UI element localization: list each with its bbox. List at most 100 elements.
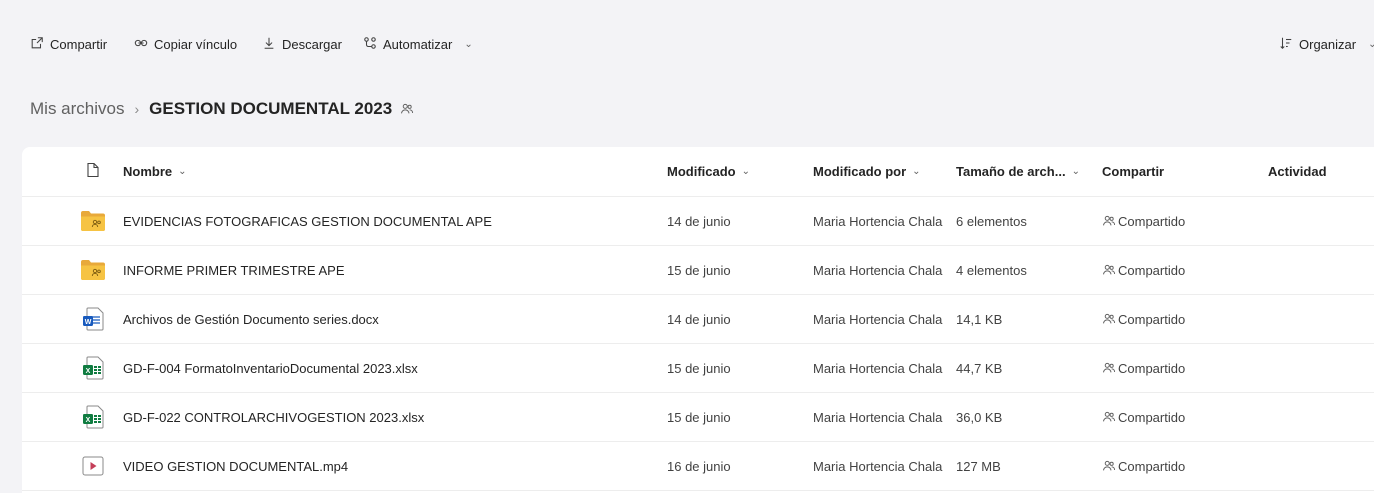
- modified-by-column-header[interactable]: Modificado por ⌄: [813, 147, 921, 196]
- svg-text:W: W: [85, 319, 92, 326]
- sort-label: Organizar: [1299, 36, 1357, 52]
- file-name[interactable]: Archivos de Gestión Documento series.doc…: [123, 295, 379, 343]
- sharing-label: Compartido: [1118, 311, 1186, 327]
- file-name[interactable]: GD-F-022 CONTROLARCHIVOGESTION 2023.xlsx: [123, 393, 424, 441]
- file-size: 44,7 KB: [956, 360, 1003, 376]
- file-name[interactable]: GD-F-004 FormatoInventarioDocumental 202…: [123, 344, 418, 392]
- sharing-header-label: Compartir: [1102, 164, 1165, 179]
- table-row[interactable]: EVIDENCIAS FOTOGRAFICAS GESTION DOCUMENT…: [22, 197, 1374, 246]
- name-header-label: Nombre: [123, 164, 173, 179]
- chevron-down-icon: ⌄: [464, 38, 473, 50]
- modified-column-header[interactable]: Modificado ⌄: [667, 147, 750, 196]
- table-row[interactable]: INFORME PRIMER TRIMESTRE APE 15 de junio…: [22, 246, 1374, 295]
- size-header-label: Tamaño de arch...: [956, 164, 1066, 179]
- chevron-down-icon: ⌄: [741, 166, 750, 177]
- copy-link-button[interactable]: Copiar vínculo: [134, 34, 237, 54]
- document-icon: [86, 162, 100, 181]
- modified-by: Maria Hortencia Chala: [813, 213, 943, 229]
- file-name-label[interactable]: EVIDENCIAS FOTOGRAFICAS GESTION DOCUMENT…: [123, 214, 492, 229]
- svg-text:X: X: [86, 368, 91, 375]
- file-name[interactable]: EVIDENCIAS FOTOGRAFICAS GESTION DOCUMENT…: [123, 197, 492, 245]
- file-size: 4 elementos: [956, 262, 1027, 278]
- breadcrumb-root[interactable]: Mis archivos: [30, 99, 124, 119]
- shared-people-icon: [1102, 410, 1116, 424]
- automate-label: Automatizar: [383, 36, 453, 52]
- sharing-status[interactable]: Compartido: [1102, 295, 1185, 343]
- file-name-label[interactable]: Archivos de Gestión Documento series.doc…: [123, 312, 379, 327]
- sharing-label: Compartido: [1118, 213, 1186, 229]
- breadcrumb-current: GESTION DOCUMENTAL 2023: [149, 99, 393, 118]
- command-bar: Compartir Copiar vínculo Descargar Autom…: [0, 0, 1374, 88]
- modified-date: 15 de junio: [667, 409, 731, 425]
- sharing-status[interactable]: Compartido: [1102, 393, 1185, 441]
- sort-button[interactable]: Organizar ⌄: [1279, 34, 1374, 54]
- modified-by: Maria Hortencia Chala: [813, 262, 943, 278]
- modified-by: Maria Hortencia Chala: [813, 458, 943, 474]
- modified-date: 15 de junio: [667, 262, 731, 278]
- sharing-column-header[interactable]: Compartir: [1102, 147, 1164, 196]
- chevron-down-icon: ⌄: [1071, 166, 1080, 177]
- download-button[interactable]: Descargar: [262, 34, 342, 54]
- chevron-down-icon: ⌄: [1368, 38, 1374, 50]
- name-column-header[interactable]: Nombre ⌄: [123, 147, 187, 196]
- file-list: Nombre ⌄ Modificado ⌄ Modificado por ⌄ Tama…: [22, 147, 1374, 493]
- sharing-label: Compartido: [1118, 409, 1186, 425]
- share-icon: [30, 36, 44, 53]
- file-name[interactable]: VIDEO GESTION DOCUMENTAL.mp4: [123, 442, 348, 490]
- modified-by: Maria Hortencia Chala: [813, 311, 943, 327]
- file-size: 36,0 KB: [956, 409, 1003, 425]
- file-size: 14,1 KB: [956, 311, 1003, 327]
- size-column-header[interactable]: Tamaño de arch... ⌄: [956, 147, 1080, 196]
- sharing-label: Compartido: [1118, 360, 1186, 376]
- shared-people-icon: [1102, 459, 1116, 473]
- sort-icon: [1279, 36, 1293, 53]
- sharing-status[interactable]: Compartido: [1102, 246, 1185, 294]
- file-name-label[interactable]: GD-F-022 CONTROLARCHIVOGESTION 2023.xlsx: [123, 410, 424, 425]
- file-size: 6 elementos: [956, 213, 1027, 229]
- copy-link-label: Copiar vínculo: [154, 36, 238, 52]
- table-row[interactable]: VIDEO GESTION DOCUMENTAL.mp4 16 de junio…: [22, 442, 1374, 491]
- share-label: Compartir: [50, 36, 108, 52]
- shared-people-icon: [1102, 263, 1116, 277]
- modified-date: 16 de junio: [667, 458, 731, 474]
- chevron-down-icon: ⌄: [178, 166, 187, 177]
- modified-date: 15 de junio: [667, 360, 731, 376]
- chevron-down-icon: ⌄: [912, 166, 921, 177]
- modified-by: Maria Hortencia Chala: [813, 360, 943, 376]
- download-label: Descargar: [282, 36, 342, 52]
- activity-column-header[interactable]: Actividad: [1268, 147, 1327, 196]
- automate-icon: [363, 36, 377, 53]
- sharing-status[interactable]: Compartido: [1102, 197, 1185, 245]
- table-row[interactable]: X GD-F-022 CONTROLARCHIVOGESTION 2023.xl…: [22, 393, 1374, 442]
- folder-icon: [78, 197, 108, 245]
- chevron-right-icon: ›: [134, 101, 140, 117]
- share-button[interactable]: Compartir: [30, 34, 107, 54]
- file-type-column-header[interactable]: [78, 147, 108, 196]
- automate-button[interactable]: Automatizar ⌄: [363, 34, 473, 54]
- link-icon: [134, 36, 148, 53]
- sharing-status[interactable]: Compartido: [1102, 344, 1185, 392]
- shared-people-icon: [1102, 214, 1116, 228]
- excel-spreadsheet-icon: X: [78, 393, 108, 441]
- folder-icon: [78, 246, 108, 294]
- table-row[interactable]: W Archivos de Gestión Documento series.d…: [22, 295, 1374, 344]
- sharing-label: Compartido: [1118, 262, 1186, 278]
- modified-by: Maria Hortencia Chala: [813, 409, 943, 425]
- breadcrumb: Mis archivos › GESTION DOCUMENTAL 2023: [30, 97, 414, 121]
- file-list-header: Nombre ⌄ Modificado ⌄ Modificado por ⌄ Tama…: [22, 147, 1374, 197]
- shared-people-icon: [1102, 361, 1116, 375]
- file-name-label[interactable]: VIDEO GESTION DOCUMENTAL.mp4: [123, 459, 348, 474]
- file-name-label[interactable]: GD-F-004 FormatoInventarioDocumental 202…: [123, 361, 418, 376]
- sharing-status[interactable]: Compartido: [1102, 442, 1185, 490]
- excel-spreadsheet-icon: X: [78, 344, 108, 392]
- table-row[interactable]: X GD-F-004 FormatoInventarioDocumental 2…: [22, 344, 1374, 393]
- activity-header-label: Actividad: [1268, 164, 1327, 179]
- svg-text:X: X: [86, 417, 91, 424]
- modified-by-header-label: Modificado por: [813, 164, 907, 179]
- file-name[interactable]: INFORME PRIMER TRIMESTRE APE: [123, 246, 345, 294]
- file-size: 127 MB: [956, 458, 1001, 474]
- file-name-label[interactable]: INFORME PRIMER TRIMESTRE APE: [123, 263, 345, 278]
- word-document-icon: W: [78, 295, 108, 343]
- modified-date: 14 de junio: [667, 311, 731, 327]
- video-file-icon: [78, 442, 108, 490]
